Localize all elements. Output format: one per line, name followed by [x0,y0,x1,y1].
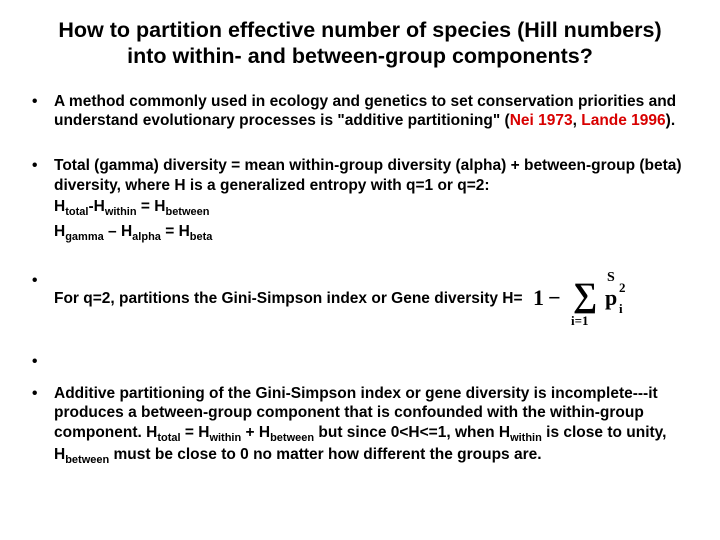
eq1-Hb: H [154,198,165,215]
b5-sub-between2: between [65,454,109,466]
svg-text:S: S [607,271,615,285]
eq2-sub-gamma: gamma [65,231,104,243]
equation-2: Hgamma – Halpha = Hbeta [54,222,694,245]
bullet-3: For q=2, partitions the Gini-Simpson ind… [30,271,694,326]
svg-text:p: p [605,285,617,310]
b5-sub-within2: within [510,432,542,444]
bullet-1: A method commonly used in ecology and ge… [30,92,694,131]
b5-sub-total: total [157,432,180,444]
eq2-sub-beta: beta [190,231,213,243]
ref-nei-1973: Nei 1973 [510,112,573,129]
bullet-2: Total (gamma) diversity = mean within-gr… [30,156,694,244]
bullet-1-text-b: ). [666,112,675,129]
b5-f: must be close to 0 no matter how differe… [109,446,541,463]
slide-title: How to partition effective number of spe… [56,18,664,70]
bullet-3-text: For q=2, partitions the Gini-Simpson ind… [54,289,523,308]
eq2-minus: – [104,223,121,240]
b5-sub-between: between [270,432,314,444]
b5-b: = H [181,424,210,441]
equation-1: Htotal-Hwithin = Hbetween [54,197,694,220]
svg-text:2: 2 [619,280,626,295]
b5-d: but since 0<H<=1, when H [314,424,510,441]
slide: How to partition effective number of spe… [0,0,720,540]
bullet-5: Additive partitioning of the Gini-Simpso… [30,384,694,468]
eq1-sub-within: within [105,206,137,218]
b5-c: + H [241,424,270,441]
eq2-sub-alpha: alpha [132,231,161,243]
svg-text:1: 1 [533,285,544,310]
b5-a: H [142,424,158,441]
svg-text:i: i [619,301,623,316]
eq1-Hw: H [94,198,105,215]
bullet-4-empty [30,352,694,358]
svg-text:∑: ∑ [573,277,597,314]
eq1-Ht: H [54,198,65,215]
b5-sub-within: within [209,432,241,444]
eq2-Hb: H [179,223,190,240]
gini-simpson-formula: 1 − S ∑ i=1 p 2 i [533,271,643,326]
ref-lande-1996: Lande 1996 [581,112,665,129]
svg-text:i=1: i=1 [571,313,589,326]
eq2-equals: = [161,223,179,240]
bullet-1-sep: , [573,112,582,129]
bullet-2-text: Total (gamma) diversity = mean within-gr… [54,157,682,193]
eq1-sub-total: total [65,206,88,218]
eq2-Hg: H [54,223,65,240]
eq1-equals: = [137,198,155,215]
bullet-list: A method commonly used in ecology and ge… [26,92,694,469]
eq2-Ha: H [121,223,132,240]
eq1-sub-between: between [165,206,209,218]
svg-text:−: − [548,285,561,310]
